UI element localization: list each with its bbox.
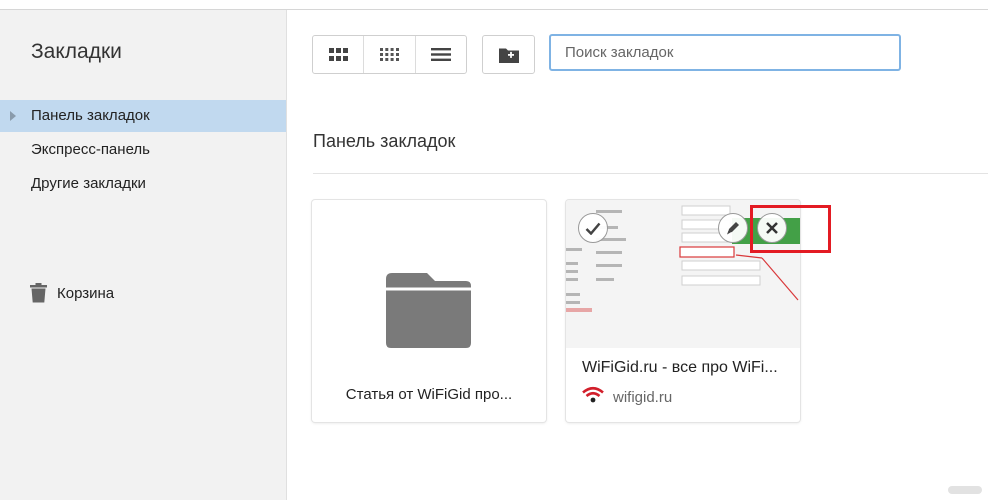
sidebar-item-label: Экспресс-панель: [31, 141, 150, 158]
sidebar-item-express-panel[interactable]: Экспресс-панель: [0, 134, 286, 166]
sidebar-item-label: Панель закладок: [31, 107, 150, 124]
section-title: Панель закладок: [313, 131, 456, 151]
sidebar-item-label: Другие закладки: [31, 175, 146, 192]
sidebar-item-other-bookmarks[interactable]: Другие закладки: [0, 168, 286, 200]
highlight-frame: [750, 205, 831, 253]
sidebar-item-trash[interactable]: Корзина: [30, 282, 230, 306]
list-view-button[interactable]: [416, 36, 466, 73]
folder-icon: [386, 273, 471, 348]
select-check-button[interactable]: [578, 213, 608, 243]
large-grid-icon: [328, 48, 348, 61]
trash-label: Корзина: [57, 285, 115, 302]
large-grid-view-button[interactable]: [313, 36, 365, 73]
edit-bookmark-button[interactable]: [718, 213, 748, 243]
small-grid-icon: [379, 48, 399, 61]
watermark: [948, 486, 982, 494]
site-favicon: [582, 386, 604, 403]
bookmark-domain: wifigid.ru: [613, 389, 673, 406]
folder-thumbnail: [384, 272, 472, 354]
small-grid-view-button[interactable]: [364, 36, 416, 73]
folder-card-label: Статья от WiFiGid про...: [345, 386, 513, 403]
trash-icon: [30, 283, 47, 303]
pencil-icon: [727, 222, 739, 235]
new-folder-button[interactable]: [482, 35, 535, 74]
sidebar-item-bookmarks-bar[interactable]: Панель закладок: [0, 100, 286, 132]
sidebar: Закладки Панель закладок Экспресс-панель…: [0, 10, 287, 500]
view-mode-group: [312, 35, 467, 74]
list-icon: [430, 48, 451, 61]
new-folder-icon: [498, 48, 519, 63]
section-divider: [313, 173, 988, 174]
bookmark-title: WiFiGid.ru - все про WiFi...: [582, 359, 778, 376]
folder-card[interactable]: Статья от WiFiGid про...: [312, 200, 546, 422]
sidebar-title: Закладки: [31, 40, 122, 63]
check-icon: [585, 222, 601, 235]
expand-arrow-icon[interactable]: [10, 111, 16, 121]
search-input[interactable]: [549, 34, 901, 71]
